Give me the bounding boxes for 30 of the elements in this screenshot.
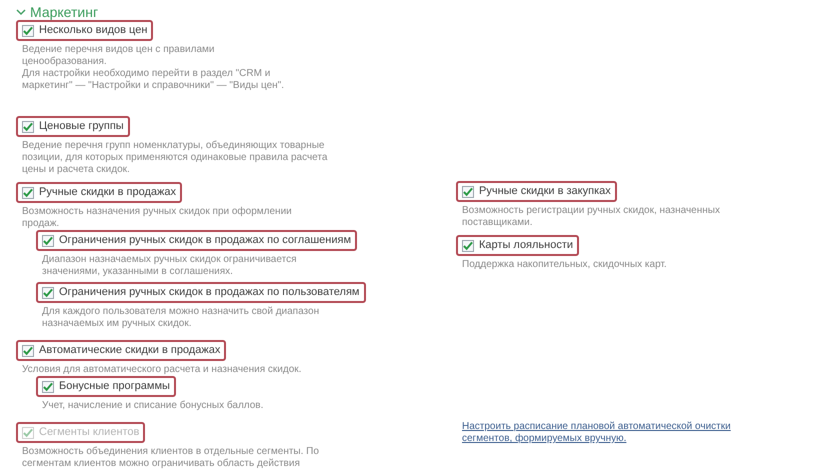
checkbox-row[interactable]: Ручные скидки в закупках xyxy=(456,181,617,202)
option-description: Учет, начисление и списание бонусных баллов. xyxy=(41,400,264,412)
checkbox[interactable] xyxy=(42,286,54,298)
schedule-link[interactable]: Настроить расписание плановой автоматической очистки сегментов, формируемых вручную. xyxy=(456,421,731,445)
checkbox[interactable] xyxy=(42,380,54,392)
checkbox-row[interactable]: Ограничения ручных скидок в продажах по пользователям xyxy=(36,282,366,303)
option-description: Возможность регистрации ручных скидок, назначенных поставщиками. xyxy=(461,205,720,229)
checkbox-row[interactable]: Бонусные программы xyxy=(36,376,176,397)
option-description: Поддержка накопительных, скидочных карт. xyxy=(461,259,667,271)
checkbox[interactable] xyxy=(22,344,34,356)
checkbox[interactable] xyxy=(42,234,54,246)
checkbox-row[interactable]: Ограничения ручных скидок в продажах по соглашениям xyxy=(36,230,358,251)
checkbox[interactable] xyxy=(22,24,34,36)
option-description: Ведение перечня групп номенклатуры, объединяющих товарные позиции, для которых применяются одинаковые правила расчета цены и расчета скидок. xyxy=(21,140,328,176)
checkbox-row[interactable]: Несколько видов цен xyxy=(16,20,154,41)
checkbox-row[interactable]: Автоматические скидки в продажах xyxy=(16,340,226,361)
checkbox[interactable] xyxy=(462,240,474,252)
option-description: Ведение перечня видов цен с правилами ценообразования. Для настройки необходимо перейти в раздел "CRM и маркетинг" — "Настройки и справочники" — "Виды цен". xyxy=(21,44,284,92)
option-description: Возможность объединения клиентов в отдельные сегменты. По сегментам клиентов можно ограничивать область действия xyxy=(21,446,319,469)
checkbox-row[interactable]: Ценовые группы xyxy=(16,116,130,137)
checkbox[interactable] xyxy=(462,186,474,198)
option-description: Возможность назначения ручных скидок при оформлении продаж. xyxy=(21,206,292,230)
checkbox[interactable] xyxy=(22,186,34,198)
option-description: Диапазон назначаемых ручных скидок ограничивается значениями, указанными в соглашениях. xyxy=(41,254,296,278)
option-description: Условия для автоматического расчета и назначения скидок. xyxy=(21,364,302,376)
checkbox[interactable] xyxy=(22,120,34,132)
checkbox-row[interactable]: Карты лояльности xyxy=(456,235,580,256)
option-description: Для каждого пользователя можно назначить свой диапазон назначаемых им ручных скидок. xyxy=(41,306,320,330)
checkbox-row[interactable]: Ручные скидки в продажах xyxy=(16,182,182,203)
chevron-icon[interactable] xyxy=(16,8,26,16)
